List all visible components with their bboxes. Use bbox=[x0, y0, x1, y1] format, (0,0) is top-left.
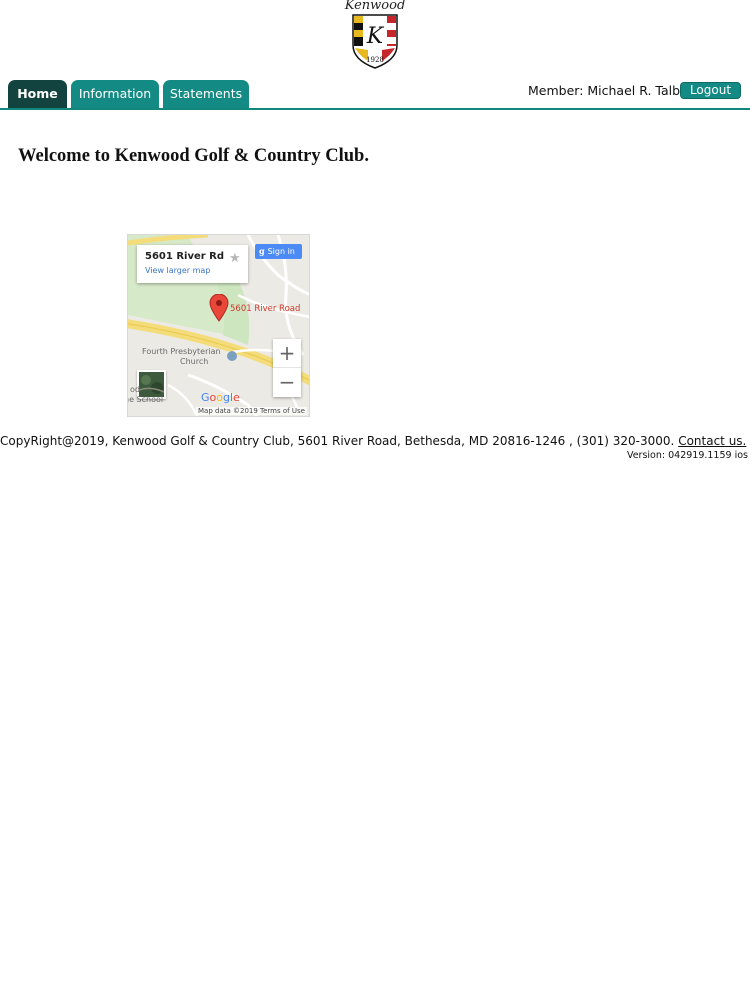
tab-information[interactable]: Information bbox=[71, 80, 159, 108]
map-info-card: 5601 River Rd ★ View larger map bbox=[137, 245, 248, 283]
map-sign-in-button[interactable]: g Sign in bbox=[255, 244, 302, 259]
church-label-line1: Fourth Presbyterian bbox=[142, 347, 221, 356]
embedded-map[interactable]: 5601 River Rd ★ View larger map g Sign in… bbox=[127, 234, 310, 417]
pin-label: 5601 River Road bbox=[230, 304, 301, 314]
sign-in-label: Sign in bbox=[267, 247, 295, 256]
church-label-line2: Church bbox=[180, 357, 209, 366]
zoom-in-button[interactable]: + bbox=[273, 339, 301, 368]
church-label: Fourth Presbyterian Church bbox=[142, 347, 221, 367]
google-logo: Google bbox=[201, 391, 240, 404]
school-label: od he School bbox=[127, 385, 164, 405]
google-plus-icon: g bbox=[259, 246, 265, 256]
zoom-control: + − bbox=[273, 339, 301, 397]
club-logo: Kenwood K 1928 bbox=[344, 0, 406, 70]
zoom-out-button[interactable]: − bbox=[273, 368, 301, 397]
crest-year: 1928 bbox=[366, 56, 384, 64]
map-card-title: 5601 River Rd bbox=[145, 251, 225, 262]
contact-us-link[interactable]: Contact us. bbox=[678, 434, 746, 448]
crest-icon: K 1928 bbox=[352, 14, 398, 69]
footer-copyright: CopyRight@2019, Kenwood Golf & Country C… bbox=[0, 434, 746, 448]
page-title: Welcome to Kenwood Golf & Country Club. bbox=[18, 146, 369, 166]
tab-statements[interactable]: Statements bbox=[163, 80, 249, 108]
map-attribution[interactable]: Map data ©2019 Terms of Use bbox=[196, 407, 307, 415]
view-larger-map-link[interactable]: View larger map bbox=[145, 266, 210, 275]
school-label-line2: he School bbox=[127, 395, 164, 404]
church-marker-icon bbox=[227, 351, 237, 361]
member-name: Member: Michael R. Talbot bbox=[528, 83, 693, 98]
logout-button[interactable]: Logout bbox=[680, 82, 741, 99]
copyright-text: CopyRight@2019, Kenwood Golf & Country C… bbox=[0, 434, 675, 448]
version-label: Version: 042919.1159 ios bbox=[626, 450, 748, 461]
crest-letter: K bbox=[366, 24, 385, 49]
star-icon[interactable]: ★ bbox=[229, 251, 241, 266]
tab-home[interactable]: Home bbox=[8, 80, 67, 108]
logo-wordmark: Kenwood bbox=[344, 0, 406, 13]
map-pin-icon[interactable] bbox=[209, 294, 229, 322]
school-label-line1: od bbox=[130, 385, 140, 394]
